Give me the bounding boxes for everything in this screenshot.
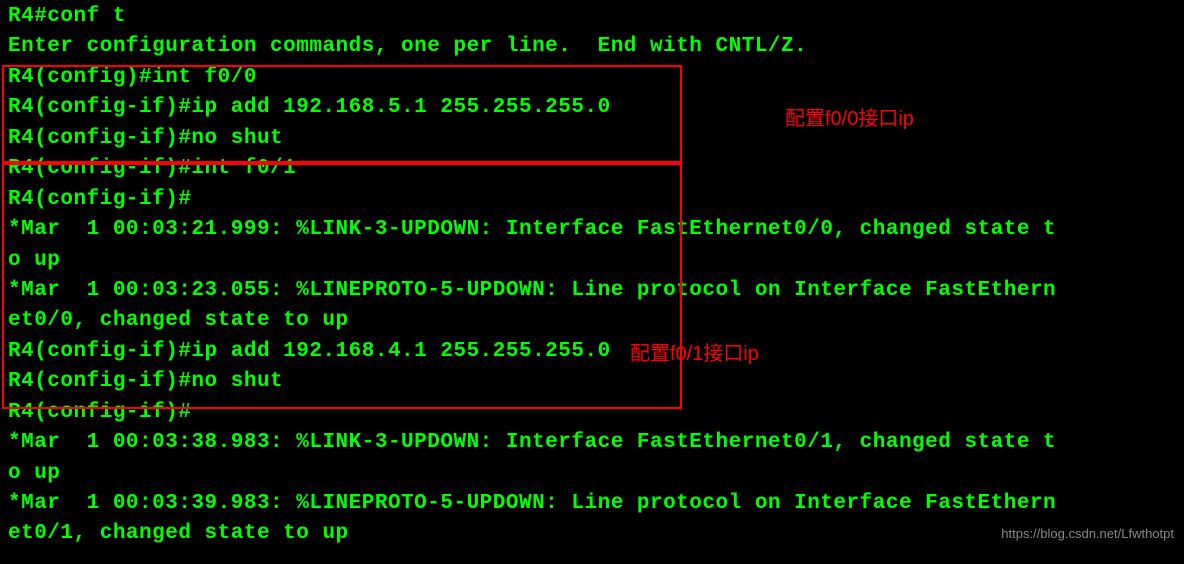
terminal-line: R4(config-if)#int f0/1: [8, 154, 1184, 184]
terminal-line: R4(config)#int f0/0: [8, 63, 1184, 93]
annotation-label-1: 配置f0/0接口ip: [785, 105, 914, 134]
terminal-line: R4(config-if)#no shut: [8, 124, 1184, 154]
terminal-line: R4(config-if)#no shut: [8, 367, 1184, 397]
terminal-line: Enter configuration commands, one per li…: [8, 32, 1184, 62]
terminal-line: o up: [8, 459, 1184, 489]
terminal-line: *Mar 1 00:03:39.983: %LINEPROTO-5-UPDOWN…: [8, 489, 1184, 519]
terminal-line: R4(config-if)#ip add 192.168.5.1 255.255…: [8, 93, 1184, 123]
terminal-line: et0/0, changed state to up: [8, 306, 1184, 336]
terminal-line: R4#conf t: [8, 2, 1184, 32]
terminal-line: o up: [8, 246, 1184, 276]
terminal-line: R4(config-if)#: [8, 398, 1184, 428]
terminal-line: *Mar 1 00:03:21.999: %LINK-3-UPDOWN: Int…: [8, 215, 1184, 245]
terminal-line: R4(config-if)#ip add 192.168.4.1 255.255…: [8, 337, 1184, 367]
annotation-label-2: 配置f0/1接口ip: [630, 340, 759, 369]
terminal-output[interactable]: R4#conf t Enter configuration commands, …: [8, 2, 1184, 550]
terminal-line: *Mar 1 00:03:23.055: %LINEPROTO-5-UPDOWN…: [8, 276, 1184, 306]
terminal-line: *Mar 1 00:03:38.983: %LINK-3-UPDOWN: Int…: [8, 428, 1184, 458]
terminal-line: R4(config-if)#: [8, 185, 1184, 215]
watermark-text: https://blog.csdn.net/Lfwthotpt: [1001, 525, 1174, 544]
